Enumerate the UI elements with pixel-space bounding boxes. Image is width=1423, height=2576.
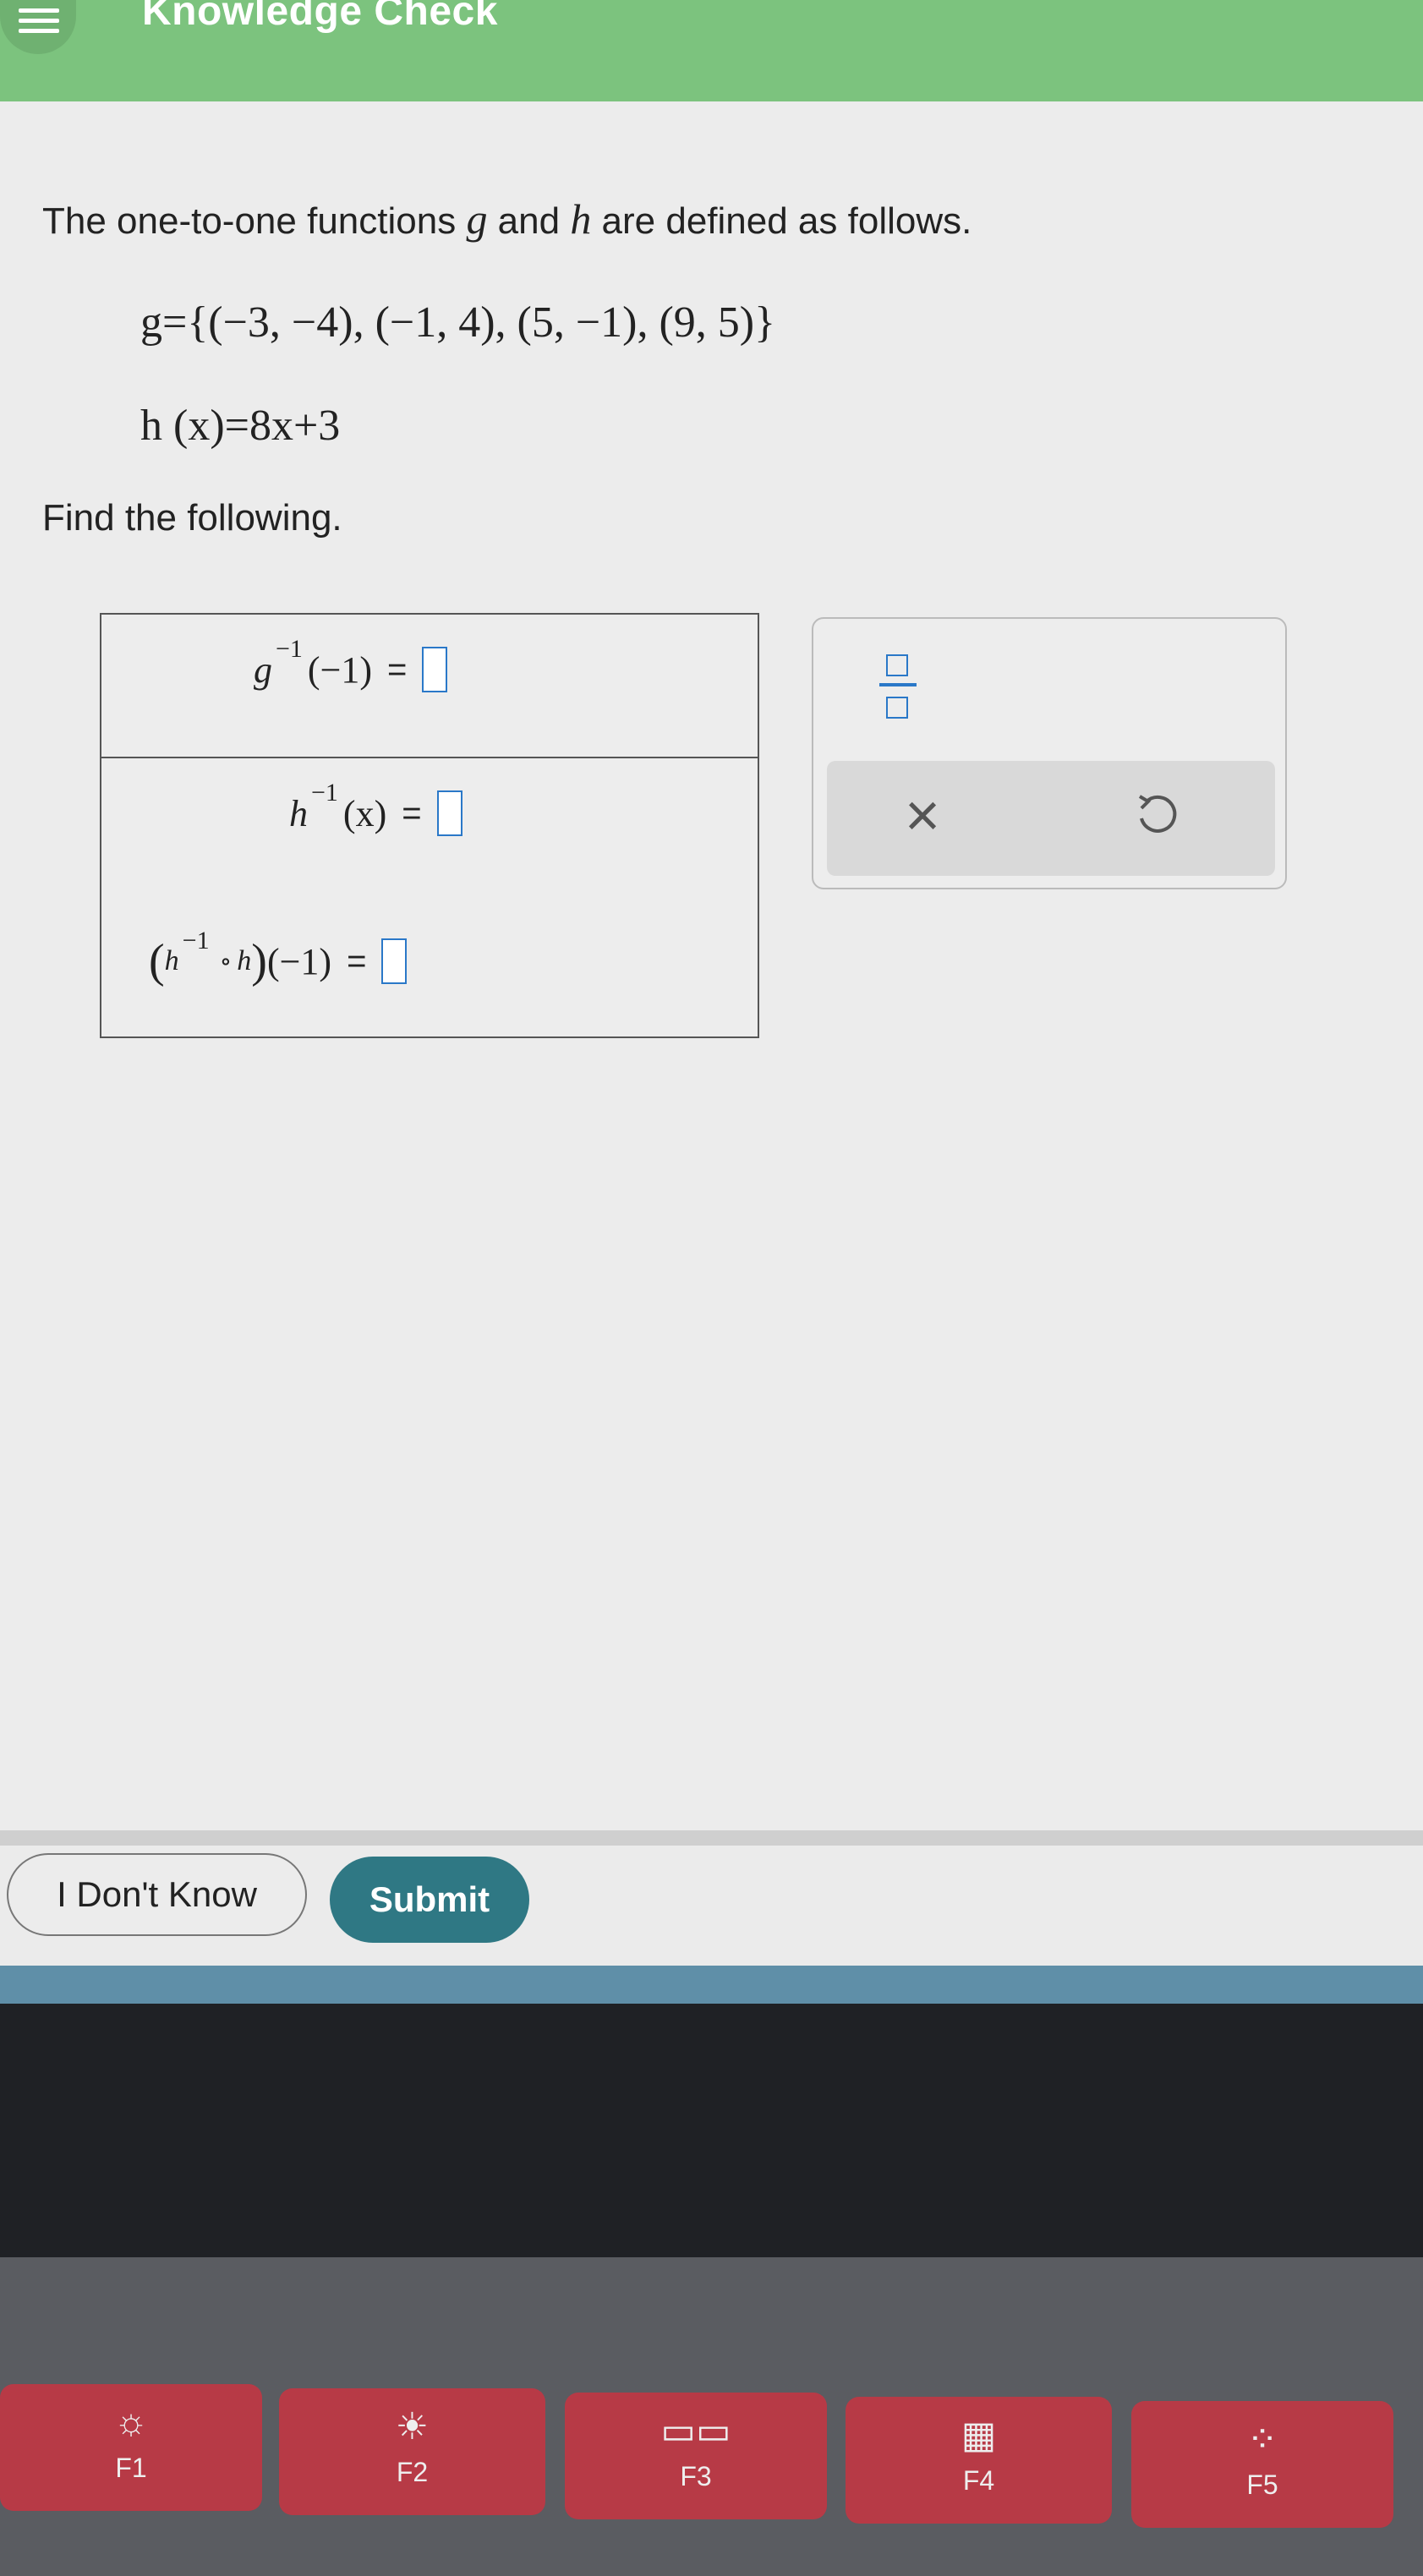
find-instruction: Find the following. xyxy=(42,497,342,539)
keyboard-backlight-icon: ⁘ xyxy=(1246,2419,1278,2460)
answer-table: g −1 (−1) = h −1 (x) = (h −1 ∘ h) (−1) = xyxy=(100,613,759,1038)
answer-input-1[interactable] xyxy=(422,647,448,692)
answer-row-composition: (h −1 ∘ h) (−1) = xyxy=(149,927,408,988)
f4-key[interactable]: ▦ F4 xyxy=(846,2397,1112,2524)
footer-divider xyxy=(0,1830,1423,1846)
menu-icon xyxy=(19,19,59,23)
header-bar: Knowledge Check xyxy=(0,0,1423,101)
row-divider xyxy=(101,757,758,758)
menu-icon xyxy=(19,8,59,13)
tool-action-row: × xyxy=(827,761,1275,876)
g-definition: g={(−3, −4), (−1, 4), (5, −1), (9, 5)} xyxy=(140,298,776,347)
keyboard-deck: ☼ F1 ☀ F2 ▭▭ F3 ▦ F4 ⁘ F5 xyxy=(0,2257,1423,2576)
launchpad-icon: ▦ xyxy=(961,2415,997,2456)
f1-key[interactable]: ☼ F1 xyxy=(0,2384,262,2511)
fraction-button[interactable] xyxy=(879,648,917,724)
menu-icon xyxy=(19,29,59,33)
answer-row-h-inverse: h −1 (x) = xyxy=(289,779,462,836)
undo-icon[interactable] xyxy=(1131,790,1182,840)
answer-input-2[interactable] xyxy=(436,790,462,836)
app-screen: Knowledge Check The one-to-one functions… xyxy=(0,0,1423,2004)
mission-control-icon: ▭▭ xyxy=(660,2410,731,2452)
clear-button[interactable]: × xyxy=(905,781,940,850)
brightness-down-icon: ☼ xyxy=(113,2401,149,2442)
question-content: The one-to-one functions g and h are def… xyxy=(0,101,1423,1830)
submit-button[interactable]: Submit xyxy=(330,1857,529,1943)
screen-edge xyxy=(0,1966,1423,2004)
f5-key[interactable]: ⁘ F5 xyxy=(1131,2401,1393,2528)
answer-row-g-inverse: g −1 (−1) = xyxy=(254,635,448,692)
math-tools-panel: × xyxy=(812,617,1287,889)
f2-key[interactable]: ☀ F2 xyxy=(279,2388,545,2515)
answer-input-3[interactable] xyxy=(381,938,408,984)
fraction-icon xyxy=(886,654,908,676)
dont-know-button[interactable]: I Don't Know xyxy=(7,1853,307,1936)
menu-button[interactable] xyxy=(0,0,76,54)
h-definition: h (x)=8x+3 xyxy=(140,402,341,450)
f3-key[interactable]: ▭▭ F3 xyxy=(565,2393,827,2519)
problem-intro: The one-to-one functions g and h are def… xyxy=(42,195,972,243)
laptop-bezel xyxy=(0,2004,1423,2257)
brightness-up-icon: ☀ xyxy=(395,2406,430,2447)
page-title: Knowledge Check xyxy=(142,0,498,34)
